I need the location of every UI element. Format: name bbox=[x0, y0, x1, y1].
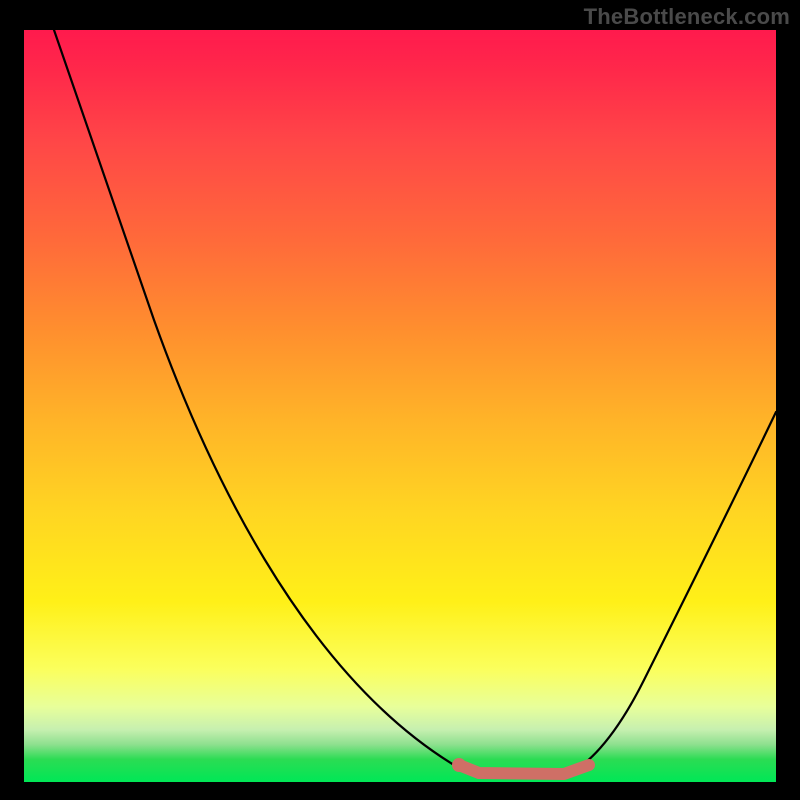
bottleneck-curve bbox=[24, 30, 776, 782]
optimal-start-dot bbox=[452, 758, 466, 772]
plot-area bbox=[24, 30, 776, 782]
plot-frame bbox=[22, 28, 778, 784]
chart-container: TheBottleneck.com bbox=[0, 0, 800, 800]
curve-path bbox=[54, 30, 776, 774]
optimal-range-segment bbox=[459, 765, 589, 774]
watermark-label: TheBottleneck.com bbox=[584, 4, 790, 30]
